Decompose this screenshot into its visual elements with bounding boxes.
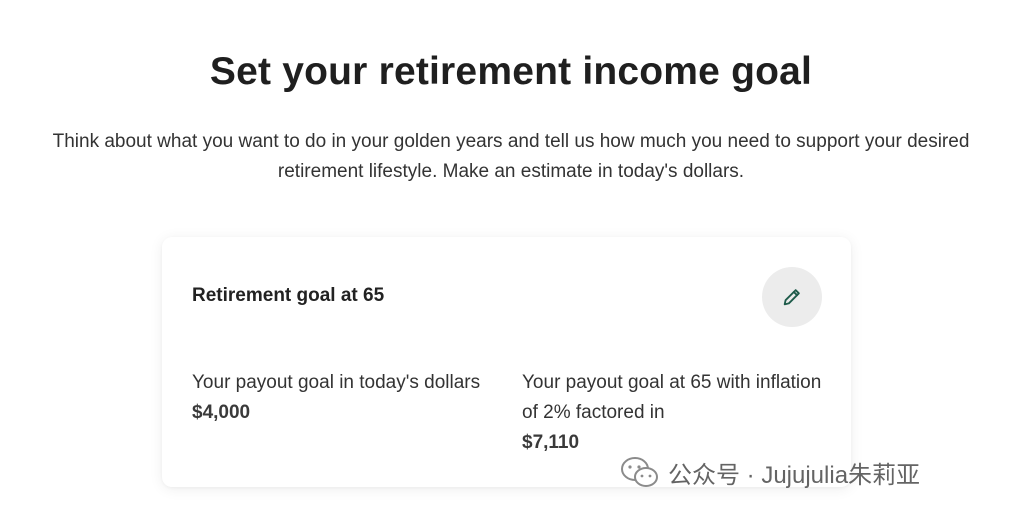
- page-title: Set your retirement income goal: [209, 50, 813, 93]
- retirement-goal-card: Retirement goal at 65 Your payout goal i…: [162, 237, 851, 487]
- watermark: 公众号 · Jujujulia朱莉亚: [620, 455, 920, 490]
- pencil-icon: [783, 289, 800, 306]
- edit-goal-button[interactable]: [762, 267, 822, 327]
- watermark-text: 公众号 · Jujujulia朱莉亚: [668, 462, 921, 489]
- payout-inflation-value: $7,110: [522, 432, 580, 453]
- card-title: Retirement goal at 65: [192, 285, 385, 306]
- payout-today: Your payout goal in today's dollars $4,0…: [192, 368, 492, 428]
- payout-today-label: Your payout goal in today's dollars: [192, 372, 481, 393]
- payout-today-value: $4,000: [192, 402, 251, 423]
- wechat-icon: [621, 456, 658, 487]
- payout-inflation-label: Your payout goal at 65 with inflation of…: [522, 372, 822, 423]
- payout-inflation: Your payout goal at 65 with inflation of…: [522, 368, 822, 458]
- page-subtitle: Think about what you want to do in your …: [52, 131, 970, 182]
